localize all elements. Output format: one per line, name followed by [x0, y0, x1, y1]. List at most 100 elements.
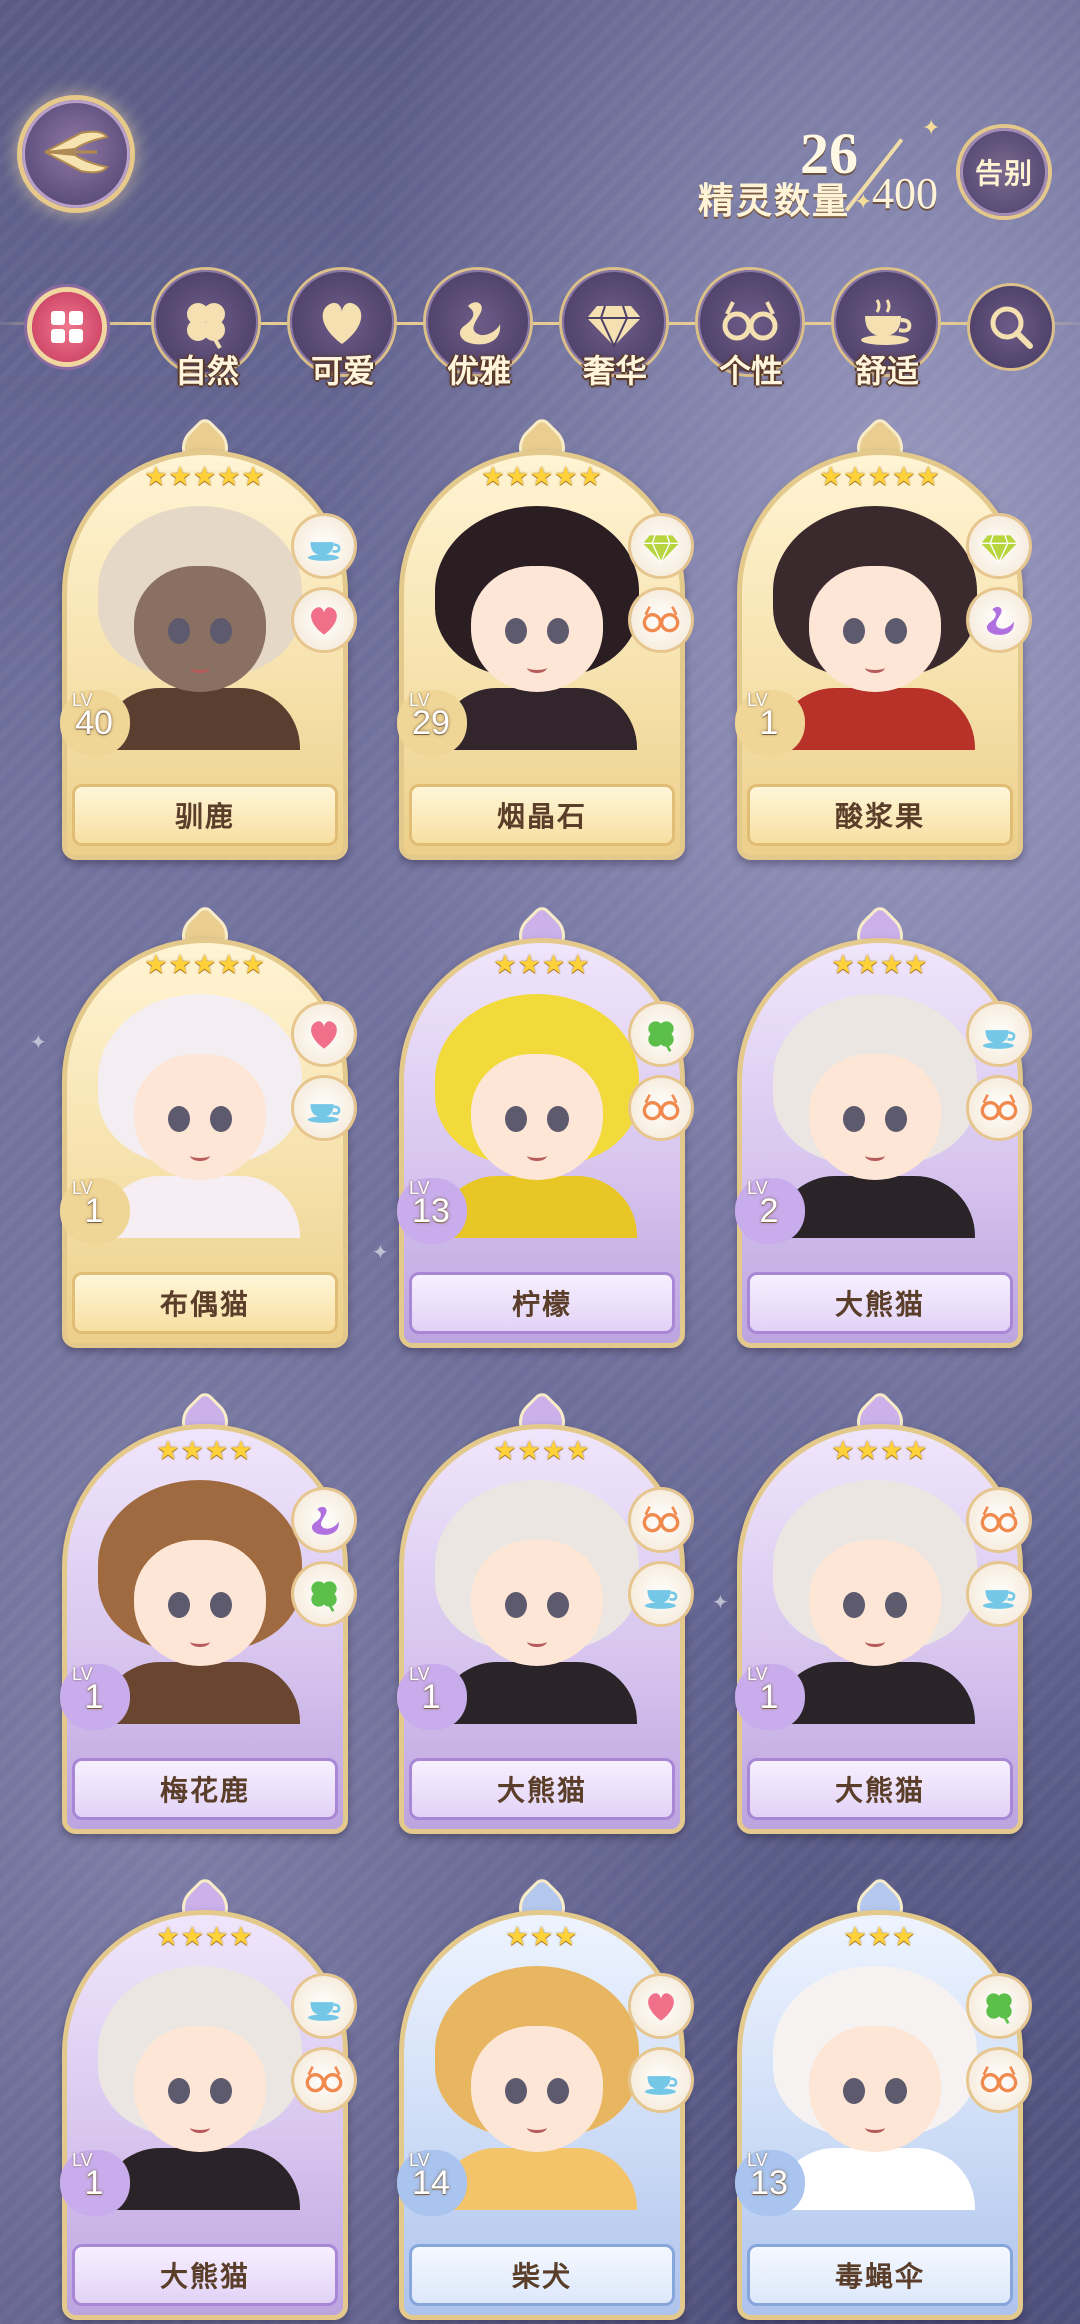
spirit-card[interactable]: ★★★ LV 13 毒蝇伞	[735, 1879, 1029, 2320]
filter-comfort[interactable]: 舒适	[832, 270, 942, 394]
teacup-icon	[294, 1078, 354, 1138]
heart-icon	[294, 1004, 354, 1064]
portrait-face	[134, 566, 266, 692]
portrait-mouth	[190, 2122, 210, 2133]
portrait-eye	[547, 618, 569, 644]
back-button[interactable]	[22, 100, 130, 208]
spirit-card[interactable]: ★★★★★ LV 29 烟晶石	[397, 419, 691, 860]
portrait-body	[775, 1662, 975, 1724]
rarity-stars: ★★★★	[831, 950, 929, 980]
portrait-body	[437, 688, 637, 750]
spirit-card[interactable]: ★★★★★ LV 1 布偶猫	[60, 907, 354, 1348]
search-button[interactable]	[970, 286, 1052, 368]
portrait-eye	[168, 1106, 190, 1132]
portrait-mouth	[190, 1150, 210, 1161]
rarity-stars: ★★★	[505, 1922, 579, 1952]
search-icon	[990, 306, 1033, 349]
spirit-card[interactable]: ★★★★ LV 1 大熊猫	[397, 1393, 691, 1834]
portrait-face	[809, 1540, 941, 1666]
spirit-card[interactable]: ★★★ LV 14 柴犬	[397, 1879, 691, 2320]
portrait-body	[775, 2148, 975, 2210]
portrait-face	[471, 1054, 603, 1180]
portrait-body	[437, 1176, 637, 1238]
level-badge: LV 2	[735, 1178, 805, 1244]
spirit-name: 大熊猫	[72, 2244, 338, 2306]
level-value: 1	[759, 704, 779, 742]
spirit-card[interactable]: ★★★★ LV 1 梅花鹿	[60, 1393, 354, 1834]
rarity-stars: ★★★★★	[481, 462, 603, 492]
rarity-stars: ★★★★★	[144, 462, 266, 492]
diamond-icon	[631, 516, 691, 576]
level-value: 1	[84, 1678, 104, 1716]
filter-label: 自然	[174, 352, 239, 390]
spirit-card[interactable]: ★★★★ LV 2 大熊猫	[735, 907, 1029, 1348]
rarity-stars: ★★★	[843, 1922, 917, 1952]
teacup-icon	[631, 1564, 691, 1624]
portrait-eye	[885, 618, 907, 644]
heart-icon	[294, 590, 354, 650]
portrait-mouth	[865, 662, 885, 673]
farewell-button[interactable]: 告别	[960, 128, 1048, 216]
clover-icon	[969, 1976, 1029, 2036]
portrait-eye	[843, 1106, 865, 1132]
portrait-body	[100, 688, 300, 750]
clover-icon	[187, 303, 225, 350]
portrait-eye	[885, 2078, 907, 2104]
level-value: 13	[750, 2164, 788, 2202]
spirit-name: 柠檬	[409, 1272, 675, 1334]
spirit-card[interactable]: ★★★★ LV 1 大熊猫	[735, 1393, 1029, 1834]
rarity-stars: ★★★★	[156, 1922, 254, 1952]
glasses-icon	[631, 590, 691, 650]
level-value: 1	[84, 2164, 104, 2202]
portrait-eye	[885, 1106, 907, 1132]
spirit-card[interactable]: ★★★★ LV 1 大熊猫	[60, 1879, 354, 2320]
rarity-stars: ★★★★★	[819, 462, 941, 492]
portrait-mouth	[190, 1636, 210, 1647]
portrait-mouth	[527, 2122, 547, 2133]
portrait-eye	[843, 2078, 865, 2104]
level-badge: LV 1	[397, 1664, 467, 1730]
sparkle-icon: ✦	[30, 1030, 47, 1054]
spirit-name: 毒蝇伞	[747, 2244, 1013, 2306]
teacup-icon	[294, 516, 354, 576]
filter-luxury[interactable]: 奢华	[560, 270, 670, 394]
portrait-mouth	[527, 1150, 547, 1161]
heart-icon	[631, 1976, 691, 2036]
portrait-eye	[210, 1592, 232, 1618]
level-badge: LV 1	[735, 690, 805, 756]
filter-cute[interactable]: 可爱	[288, 270, 398, 394]
spirit-card[interactable]: ★★★★★ LV 40 驯鹿	[60, 419, 354, 860]
level-badge: LV 13	[735, 2150, 805, 2216]
level-badge: LV 1	[735, 1664, 805, 1730]
filter-nature[interactable]: 自然	[152, 270, 262, 394]
spirit-name: 酸浆果	[747, 784, 1013, 846]
spirit-count-max: 400	[872, 169, 938, 218]
portrait-eye	[843, 618, 865, 644]
portrait-eye	[505, 618, 527, 644]
diamond-icon	[587, 305, 641, 349]
spirit-name: 梅花鹿	[72, 1758, 338, 1820]
portrait-body	[437, 2148, 637, 2210]
sparkle-icon: ✦	[372, 1240, 389, 1264]
portrait-mouth	[865, 2122, 885, 2133]
portrait-eye	[168, 2078, 190, 2104]
heart-icon	[322, 302, 362, 344]
filter-elegant[interactable]: 优雅	[424, 270, 534, 394]
level-value: 1	[421, 1678, 441, 1716]
spirit-name: 大熊猫	[747, 1272, 1013, 1334]
level-value: 1	[759, 1678, 779, 1716]
filter-personality[interactable]: 个性	[696, 270, 806, 394]
glasses-icon	[969, 1078, 1029, 1138]
filter-all-button[interactable]	[32, 292, 102, 362]
portrait-eye	[210, 618, 232, 644]
sparkle-icon: ✦	[854, 190, 873, 215]
spirit-card[interactable]: ★★★★ LV 13 柠檬	[397, 907, 691, 1348]
spirit-name: 布偶猫	[72, 1272, 338, 1334]
level-badge: LV 14	[397, 2150, 467, 2216]
level-value: 14	[412, 2164, 450, 2202]
spirit-card[interactable]: ★★★★★ LV 1 酸浆果	[735, 419, 1029, 860]
spirit-count-current: 26	[800, 121, 858, 186]
level-value: 29	[412, 704, 450, 742]
rarity-stars: ★★★★	[831, 1436, 929, 1466]
portrait-face	[471, 1540, 603, 1666]
